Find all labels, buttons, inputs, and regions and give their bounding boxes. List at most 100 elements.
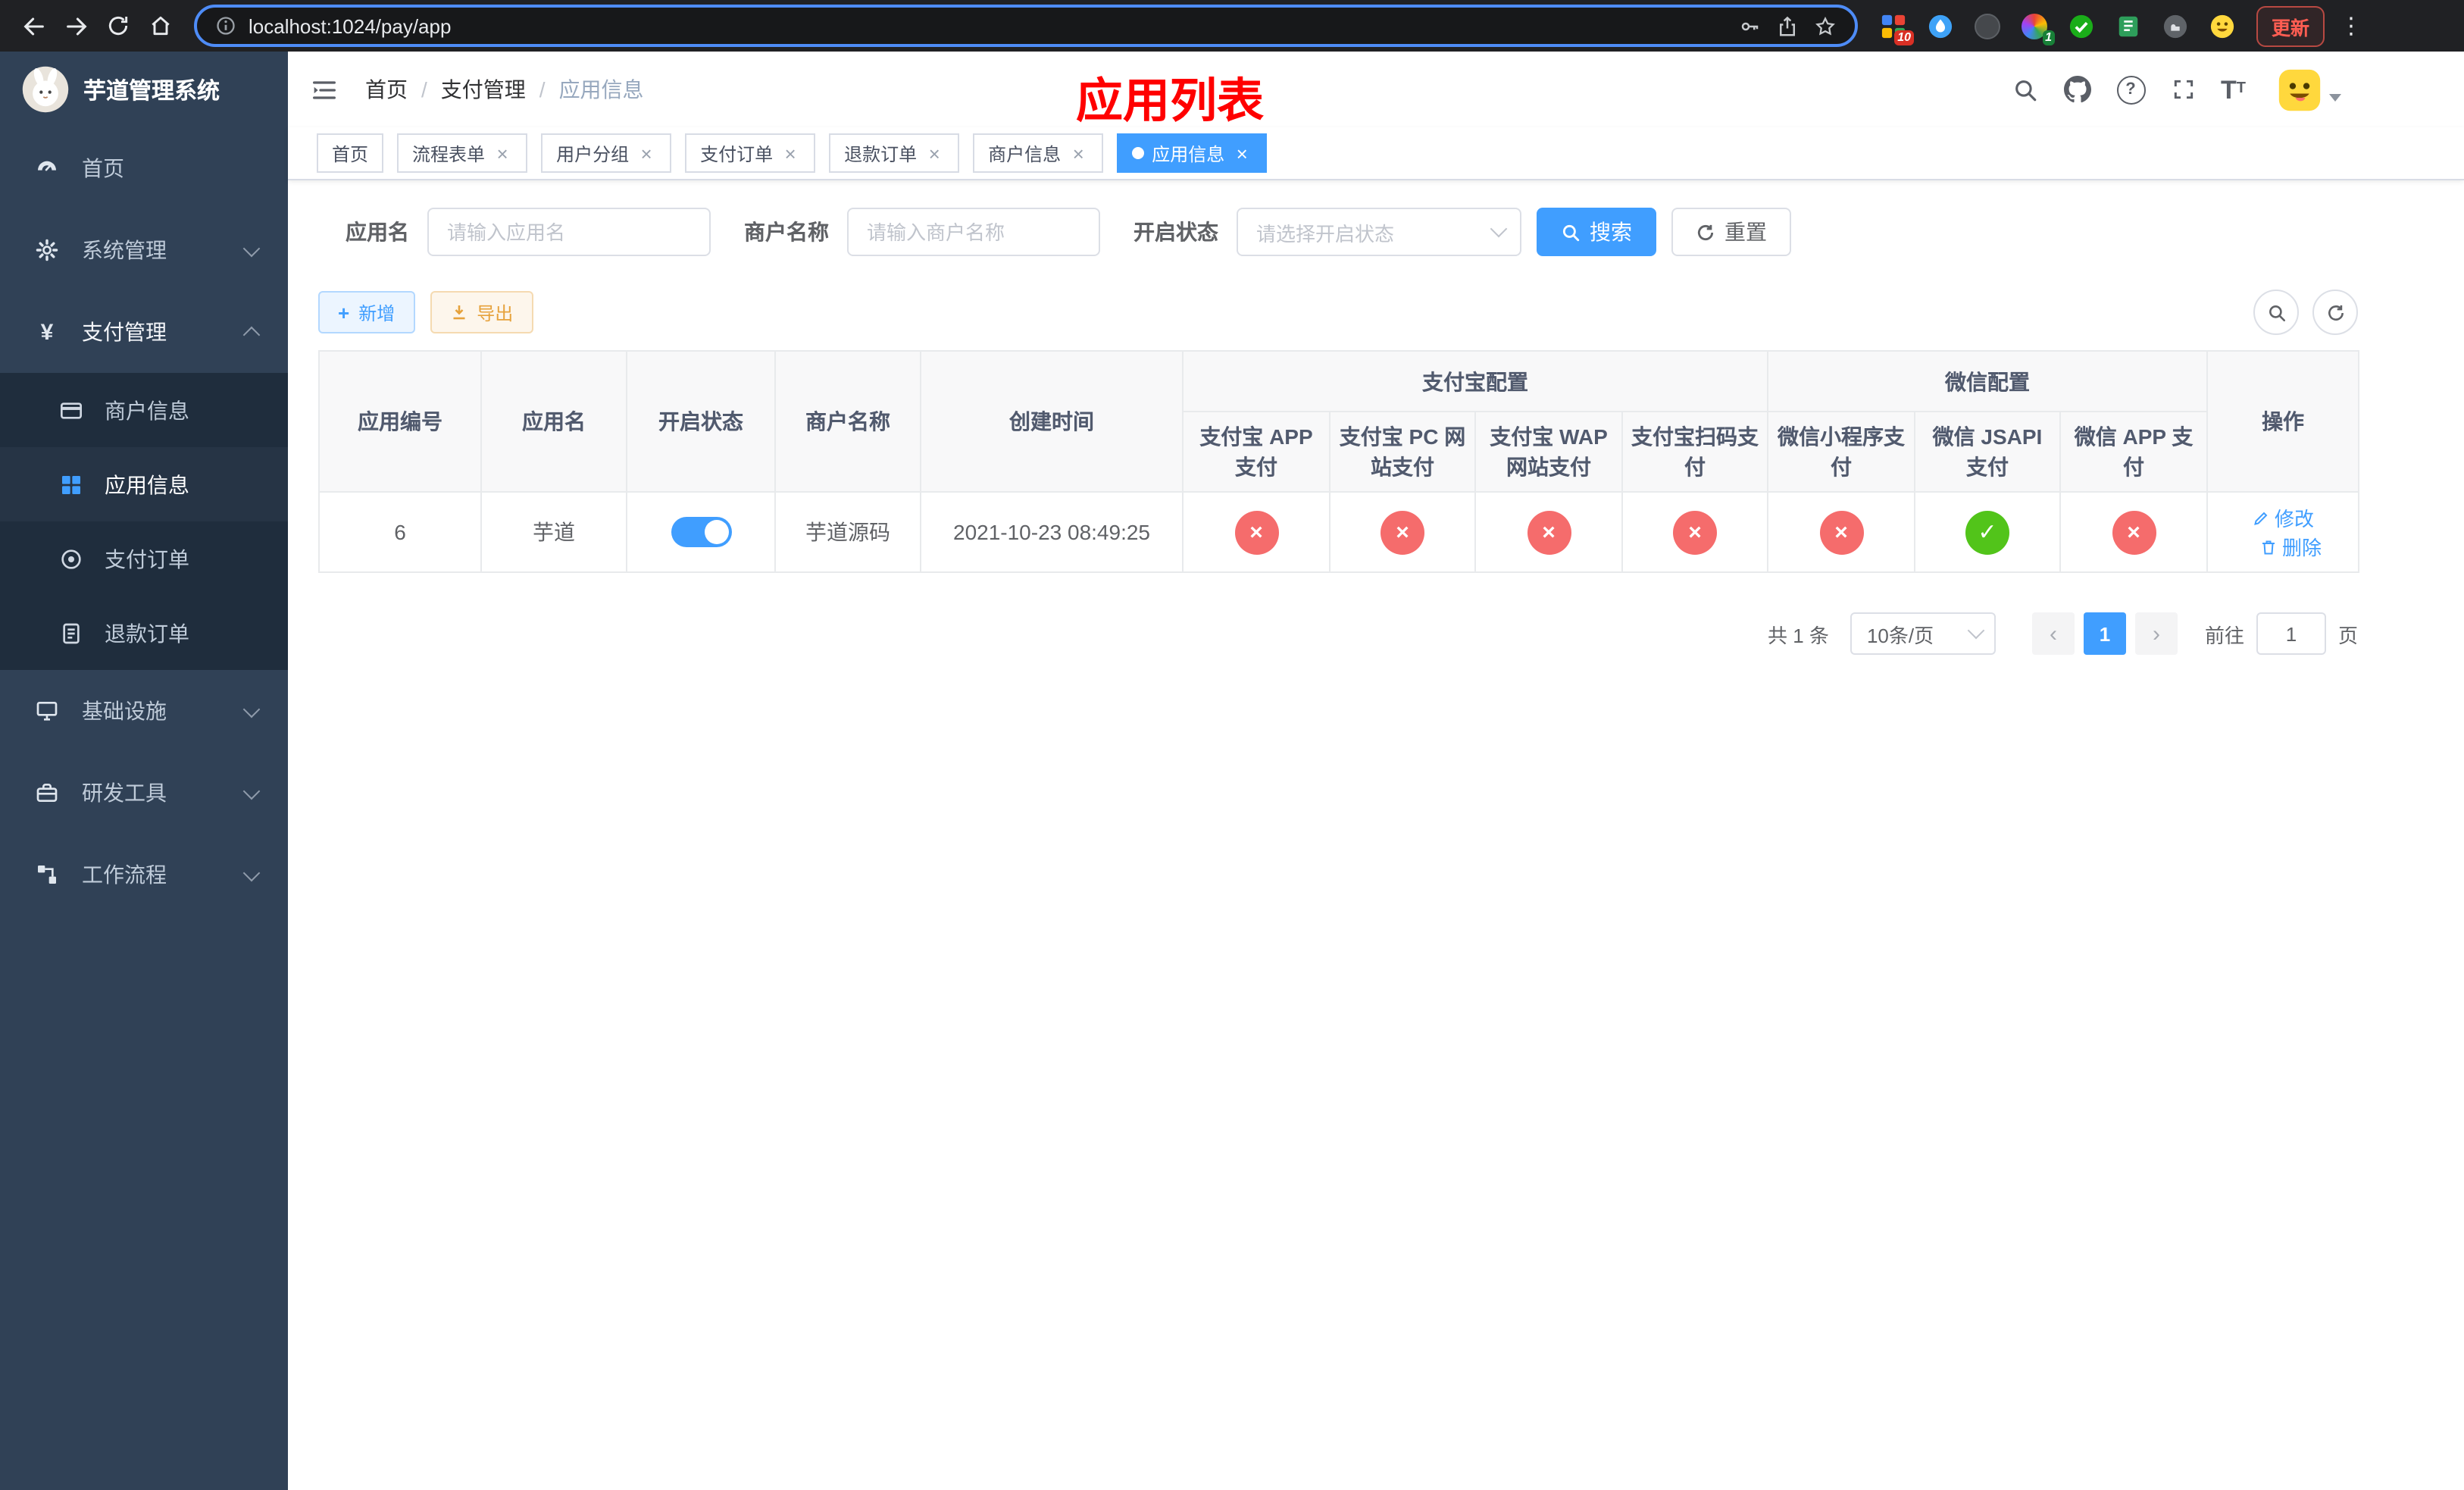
reset-button[interactable]: 重置	[1671, 208, 1791, 256]
back-icon[interactable]	[12, 5, 55, 47]
sidebar-item-payment[interactable]: ¥ 支付管理	[0, 291, 288, 373]
extension-emoji-icon[interactable]	[2208, 12, 2235, 39]
target-circle-icon	[58, 546, 85, 571]
cell-alipay-wap: ×	[1474, 491, 1623, 573]
tab-label: 用户分组	[556, 143, 630, 164]
col-wx-app: 微信 APP 支付	[2059, 411, 2209, 493]
address-bar[interactable]: localhost:1024/pay/app	[194, 5, 1858, 47]
sidebar-item-pay-order[interactable]: 支付订单	[0, 521, 288, 596]
close-icon[interactable]: ×	[780, 143, 800, 163]
tab-process-form[interactable]: 流程表单 ×	[397, 133, 528, 173]
sidebar-item-infrastructure[interactable]: 基础设施	[0, 670, 288, 752]
page-size-select[interactable]: 10条/页	[1850, 612, 1996, 655]
font-size-icon[interactable]: TT	[2221, 77, 2246, 102]
delete-link[interactable]: 删除	[2259, 532, 2322, 561]
col-created: 创建时间	[920, 350, 1184, 493]
close-icon[interactable]: ×	[636, 143, 656, 163]
search-button[interactable]: 搜索	[1537, 208, 1656, 256]
status-fail-icon: ×	[1819, 510, 1863, 554]
page-number-1[interactable]: 1	[2083, 612, 2126, 655]
close-icon[interactable]: ×	[1068, 143, 1088, 163]
user-menu[interactable]	[2278, 67, 2341, 111]
sidebar-item-refund-order[interactable]: 退款订单	[0, 596, 288, 670]
tab-label: 首页	[332, 143, 369, 164]
sidebar-item-workflow[interactable]: 工作流程	[0, 834, 288, 916]
refresh-table-button[interactable]	[2312, 290, 2358, 335]
site-info-icon[interactable]	[215, 15, 236, 36]
tab-user-group[interactable]: 用户分组 ×	[541, 133, 672, 173]
share-icon[interactable]	[1776, 14, 1799, 37]
search-icon	[2269, 305, 2285, 321]
close-icon[interactable]: ×	[492, 143, 512, 163]
password-key-icon[interactable]	[1738, 14, 1761, 37]
delete-link-label: 删除	[2282, 537, 2322, 559]
close-icon[interactable]: ×	[1232, 143, 1252, 163]
status-toggle[interactable]	[671, 517, 731, 547]
url-text[interactable]: localhost:1024/pay/app	[249, 14, 451, 37]
cell-alipay-app: ×	[1182, 491, 1330, 573]
extension-dark-icon[interactable]	[1973, 12, 2000, 39]
extension-color-wheel-icon[interactable]: 1	[2020, 12, 2055, 45]
breadcrumb-section[interactable]: 支付管理	[441, 74, 526, 105]
extensions-row: 10 1	[1879, 12, 2235, 45]
grid-icon	[58, 472, 85, 496]
sidebar-item-app-info[interactable]: 应用信息	[0, 447, 288, 521]
status-fail-icon: ×	[2112, 510, 2156, 554]
extension-check-icon[interactable]	[2067, 12, 2094, 39]
app-name-label: 应用名	[346, 220, 409, 244]
chevron-down-icon	[242, 863, 261, 881]
cell-wx-lite: ×	[1767, 491, 1915, 573]
export-button[interactable]: 导出	[430, 291, 533, 333]
extension-badge: 10	[1894, 30, 1914, 45]
tab-home[interactable]: 首页	[317, 133, 384, 173]
search-icon[interactable]	[2012, 77, 2037, 102]
tab-label: 应用信息	[1152, 143, 1225, 164]
forward-icon[interactable]	[55, 5, 97, 47]
toolbox-icon	[33, 781, 61, 805]
col-alipay-qr: 支付宝扫码支付	[1621, 411, 1768, 493]
table-row: 6 芋道 芋道源码 2021-10-23 08:49:25 × × × × ×	[318, 491, 2360, 573]
merchant-name-input[interactable]	[847, 208, 1100, 256]
goto-label: 前往	[2204, 624, 2244, 646]
extension-book-icon[interactable]	[2114, 12, 2141, 39]
sidebar-item-devtools[interactable]: 研发工具	[0, 752, 288, 834]
fullscreen-icon[interactable]	[2171, 77, 2195, 102]
browser-update-button[interactable]: 更新	[2256, 5, 2325, 46]
browser-menu-icon[interactable]: ⋮	[2340, 12, 2362, 39]
goto-page-input[interactable]	[2256, 612, 2326, 655]
close-icon[interactable]: ×	[924, 143, 944, 163]
bookmark-star-icon[interactable]	[1814, 14, 1837, 37]
chevron-down-icon	[242, 239, 261, 257]
app-title: 芋道管理系统	[83, 78, 220, 104]
github-icon[interactable]	[2063, 76, 2090, 103]
tab-app-info[interactable]: 应用信息 ×	[1117, 133, 1268, 173]
edit-link[interactable]: 修改	[2252, 503, 2314, 532]
tab-refund-order[interactable]: 退款订单 ×	[829, 133, 960, 173]
hamburger-icon[interactable]	[288, 78, 353, 101]
next-page-button[interactable]: ›	[2134, 612, 2178, 655]
top-navbar: 首页 / 支付管理 / 应用信息 应用列表 ? T T	[288, 52, 2464, 127]
status-select[interactable]: 请选择开启状态	[1237, 208, 1521, 256]
page-size-value: 10条/页	[1866, 624, 1934, 646]
toggle-search-button[interactable]	[2253, 290, 2299, 335]
reload-icon[interactable]	[97, 5, 139, 47]
status-fail-icon: ×	[1673, 510, 1717, 554]
home-icon[interactable]	[139, 5, 182, 47]
extension-grid-icon[interactable]: 10	[1879, 12, 1914, 45]
tab-pay-order[interactable]: 支付订单 ×	[685, 133, 816, 173]
extension-puzzle-icon[interactable]	[2161, 12, 2188, 39]
app-name-input[interactable]	[427, 208, 711, 256]
prev-page-button[interactable]: ‹	[2031, 612, 2075, 655]
help-icon[interactable]: ?	[2116, 75, 2145, 104]
tab-merchant-info[interactable]: 商户信息 ×	[973, 133, 1104, 173]
breadcrumb-home[interactable]: 首页	[365, 74, 408, 105]
extension-drop-icon[interactable]	[1926, 12, 1953, 39]
add-button[interactable]: + 新增	[318, 291, 415, 333]
sidebar-item-home[interactable]: 首页	[0, 127, 288, 209]
sidebar-item-system[interactable]: 系统管理	[0, 209, 288, 291]
screen: localhost:1024/pay/app 10 1 更新 ⋮ 芋道管理系统 …	[0, 0, 2464, 1490]
search-icon	[1562, 224, 1580, 241]
status-label: 开启状态	[1134, 220, 1218, 244]
app-logo[interactable]: 芋道管理系统	[0, 52, 288, 127]
sidebar-item-merchant-info[interactable]: 商户信息	[0, 373, 288, 447]
